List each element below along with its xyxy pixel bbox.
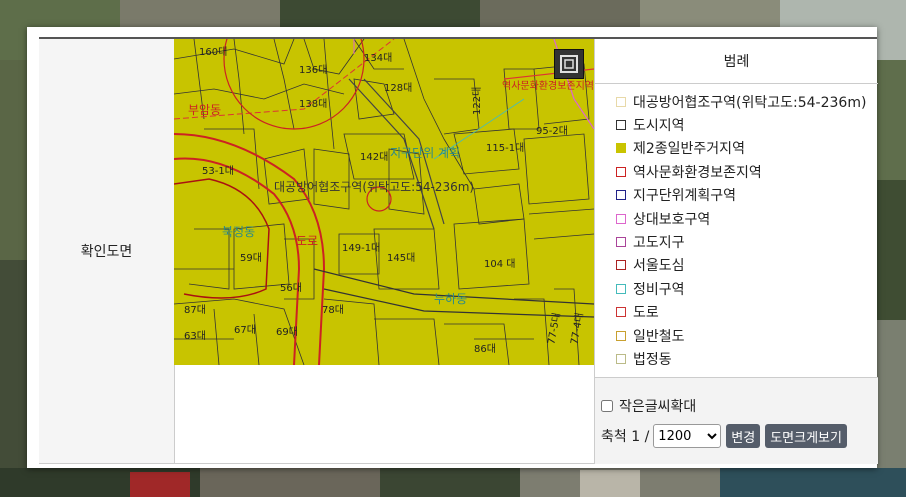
legend-swatch	[616, 143, 626, 154]
legend-label: 대공방어협조구역(위탁고도:54-236m)	[633, 94, 867, 111]
enlarge-map-button[interactable]: 도면크게보기	[765, 424, 847, 448]
legend-label: 도시지역	[633, 118, 685, 135]
row-label: 확인도면	[39, 39, 175, 464]
map-dong-label: 누하동	[434, 292, 467, 306]
map-parcel-label: 122대	[471, 87, 483, 115]
map-parcel-label: 136대	[299, 64, 327, 76]
legend-item: 고도지구	[616, 230, 878, 253]
info-panel: 확인도면 134대 136대 138대 142대 115-1대 53-1대 59…	[27, 27, 878, 468]
legend-title: 범례	[595, 39, 878, 84]
map-parcel-label: 138대	[299, 98, 327, 110]
legend-label: 상대보호구역	[633, 211, 711, 228]
map-parcel-label: 134대	[364, 52, 392, 64]
map-parcel-label: 59대	[240, 252, 262, 264]
legend-item: 대공방어협조구역(위탁고도:54-236m)	[616, 90, 878, 113]
map-table: 확인도면 134대 136대 138대 142대 115-1대 53-1대 59…	[39, 37, 878, 464]
map-parcel-label: 142대	[360, 151, 388, 163]
legend-panel: 범례 대공방어협조구역(위탁고도:54-236m) 도시지역제2종일반주거지역역사…	[594, 39, 878, 464]
map-controls: 작은글씨확대 축척 1 / 1200 변경 도면크게보기	[595, 377, 878, 464]
legend-swatch	[616, 237, 626, 248]
legend-label: 서울도심	[633, 258, 685, 275]
map-dong-label: 부암동	[188, 103, 221, 117]
fullscreen-icon[interactable]	[554, 49, 584, 79]
zoom-text-label: 작은글씨확대	[619, 399, 697, 415]
map-parcel-label: 104 대	[484, 258, 515, 270]
map-zone-label: 대공방어협조구역(위탁고도:54-236m)	[274, 180, 474, 194]
legend-item: 제2종일반주거지역	[616, 137, 878, 160]
map-parcel-label: 145대	[387, 252, 415, 264]
legend-label: 고도지구	[633, 235, 685, 252]
scale-select[interactable]: 1200	[653, 424, 722, 448]
legend-item: 정비구역	[616, 277, 878, 300]
legend-swatch	[616, 307, 626, 318]
legend-item: 도시지역	[616, 113, 878, 136]
map-parcel-label: 53-1대	[202, 165, 234, 177]
legend-item: 서울도심	[616, 254, 878, 277]
map-parcel-label: 160대	[199, 46, 227, 58]
zoom-text-checkbox[interactable]	[601, 400, 613, 412]
legend-swatch	[616, 166, 626, 177]
legend-swatch	[616, 353, 626, 364]
legend-label: 제2종일반주거지역	[633, 141, 745, 158]
legend-label: 도로	[633, 305, 659, 322]
map-parcel-label: 95-2대	[536, 125, 568, 137]
change-scale-button[interactable]: 변경	[726, 424, 761, 448]
legend-swatch	[616, 283, 626, 294]
legend-swatch	[616, 213, 626, 224]
map-zone-label: 역사문화환경보존지역	[502, 79, 594, 92]
map-zone-label: 지구단위 계획	[390, 146, 460, 160]
map-parcel-label: 128대	[384, 82, 412, 94]
scale-row: 축척 1 / 1200 변경 도면크게보기	[601, 424, 847, 448]
map-parcel-label: 86대	[474, 343, 496, 355]
legend-label: 지구단위계획구역	[633, 188, 737, 205]
legend-item: 일반철도	[616, 324, 878, 347]
map-dong-label: 북정동	[222, 225, 255, 239]
zoom-text-toggle[interactable]: 작은글씨확대	[601, 396, 696, 416]
map-parcel-label: 67대	[234, 324, 256, 336]
map-parcel-label: 63대	[184, 330, 206, 342]
legend-swatch	[616, 120, 626, 131]
legend-label: 역사문화환경보존지역	[633, 164, 762, 181]
legend-item: 지구단위계획구역	[616, 184, 878, 207]
map-cell: 134대 136대 138대 142대 115-1대 53-1대 59대 145…	[174, 39, 594, 464]
map-parcel-label: 56대	[280, 282, 302, 294]
legend-swatch	[616, 330, 626, 341]
legend-item: 역사문화환경보존지역	[616, 160, 878, 183]
legend-swatch	[616, 260, 626, 271]
legend-item: 법정동	[616, 347, 878, 370]
map-parcel-label: 149-1대	[342, 242, 380, 254]
map-parcel-label: 87대	[184, 304, 206, 316]
zoning-map[interactable]: 134대 136대 138대 142대 115-1대 53-1대 59대 145…	[174, 39, 594, 365]
legend-item: 도로	[616, 301, 878, 324]
legend-label: 일반철도	[633, 328, 685, 345]
map-parcel-label: 69대	[276, 326, 298, 338]
map-parcel-label: 78대	[322, 304, 344, 316]
map-road-label: 도로	[296, 234, 318, 248]
legend-swatch	[616, 190, 626, 201]
scale-prefix: 축척 1 /	[601, 429, 650, 445]
legend-label: 법정동	[633, 351, 672, 368]
legend-list: 대공방어협조구역(위탁고도:54-236m) 도시지역제2종일반주거지역역사문화환…	[595, 84, 878, 378]
map-parcel-label: 115-1대	[486, 142, 524, 154]
legend-item: 상대보호구역	[616, 207, 878, 230]
legend-label: 정비구역	[633, 281, 685, 298]
legend-swatch	[616, 96, 626, 107]
